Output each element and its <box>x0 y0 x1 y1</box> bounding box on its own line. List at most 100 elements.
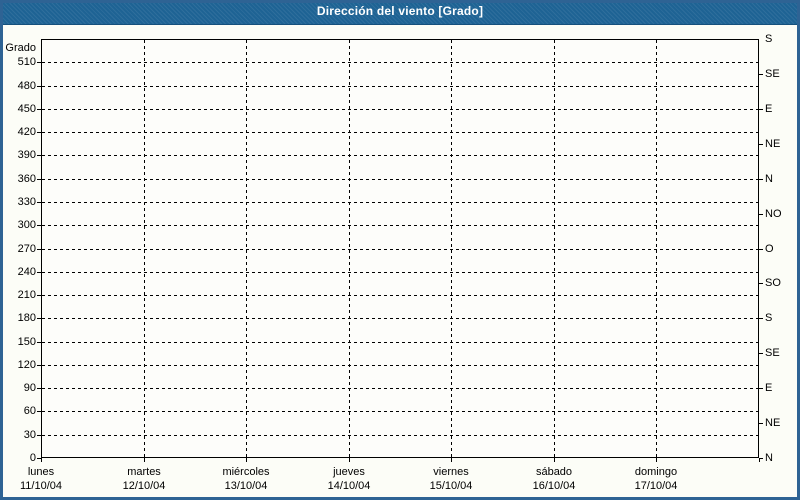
v-gridline <box>451 40 452 457</box>
h-gridline <box>42 62 758 63</box>
v-gridline <box>144 40 145 457</box>
chart-canvas: Grado 0306090120150180210240270300330360… <box>0 0 800 500</box>
x-axis-tick <box>759 458 760 462</box>
y-axis-tick <box>37 435 41 436</box>
y-axis-tick <box>37 249 41 250</box>
y-axis-tick <box>37 225 41 226</box>
compass-label: N <box>765 451 773 465</box>
v-gridline <box>349 40 350 457</box>
x-axis-tick <box>41 458 42 462</box>
compass-label: NE <box>765 416 780 430</box>
compass-label: E <box>765 381 772 395</box>
right-axis-tick <box>759 388 763 389</box>
y-axis-tick-label: 480 <box>0 79 36 93</box>
h-gridline <box>42 132 758 133</box>
h-gridline <box>42 342 758 343</box>
compass-label: E <box>765 102 772 116</box>
compass-label: S <box>765 32 772 46</box>
h-gridline <box>42 155 758 156</box>
weekday-label: viernes <box>391 465 511 479</box>
compass-label: SE <box>765 67 780 81</box>
y-axis-tick-label: 510 <box>0 55 36 69</box>
h-gridline <box>42 411 758 412</box>
y-axis-tick <box>37 318 41 319</box>
compass-label: NE <box>765 137 780 151</box>
h-gridline <box>42 365 758 366</box>
y-axis-tick-label: 210 <box>0 288 36 302</box>
compass-label: SO <box>765 276 781 290</box>
window-titlebar: Dirección del viento [Grado] <box>0 0 800 25</box>
y-axis-tick-label: 120 <box>0 358 36 372</box>
y-axis-tick <box>37 272 41 273</box>
right-axis-tick <box>759 353 763 354</box>
wind-direction-chart-window: Dirección del viento [Grado] Grado 03060… <box>0 0 800 500</box>
y-axis-tick-label: 450 <box>0 102 36 116</box>
compass-label: O <box>765 242 774 256</box>
compass-label: SE <box>765 346 780 360</box>
weekday-label: miércoles <box>186 465 306 479</box>
y-axis-tick <box>37 155 41 156</box>
y-axis-unit-label: Grado <box>0 41 36 55</box>
x-axis-tick <box>144 458 145 462</box>
y-axis-tick-label: 90 <box>0 381 36 395</box>
h-gridline <box>42 295 758 296</box>
h-gridline <box>42 249 758 250</box>
y-axis-tick-label: 0 <box>0 451 36 465</box>
y-axis-tick <box>37 365 41 366</box>
y-axis-tick-label: 240 <box>0 265 36 279</box>
x-axis-day-label: viernes15/10/04 <box>391 465 511 493</box>
h-gridline <box>42 272 758 273</box>
y-axis-tick <box>37 342 41 343</box>
right-axis-tick <box>759 144 763 145</box>
y-axis-tick <box>37 62 41 63</box>
h-gridline <box>42 179 758 180</box>
y-axis-tick <box>37 202 41 203</box>
date-label: 15/10/04 <box>391 479 511 493</box>
date-label: 17/10/04 <box>596 479 716 493</box>
compass-label: N <box>765 172 773 186</box>
x-axis-day-label: domingo17/10/04 <box>596 465 716 493</box>
h-gridline <box>42 86 758 87</box>
h-gridline <box>42 225 758 226</box>
h-gridline <box>42 388 758 389</box>
x-axis-tick <box>246 458 247 462</box>
y-axis-tick <box>37 295 41 296</box>
x-axis-day-label: miércoles13/10/04 <box>186 465 306 493</box>
y-axis-tick <box>37 86 41 87</box>
right-axis-tick <box>759 109 763 110</box>
right-axis-tick <box>759 283 763 284</box>
compass-label: S <box>765 311 772 325</box>
h-gridline <box>42 202 758 203</box>
x-axis-tick <box>349 458 350 462</box>
y-axis-tick-label: 300 <box>0 218 36 232</box>
y-axis-tick-label: 420 <box>0 125 36 139</box>
y-axis-tick <box>37 388 41 389</box>
right-axis-tick <box>759 423 763 424</box>
x-axis-tick <box>451 458 452 462</box>
y-axis-tick-label: 390 <box>0 148 36 162</box>
y-axis-tick <box>37 179 41 180</box>
y-axis-tick-label: 180 <box>0 311 36 325</box>
v-gridline <box>656 40 657 457</box>
y-axis-tick-label: 270 <box>0 242 36 256</box>
h-gridline <box>42 435 758 436</box>
chart-title: Dirección del viento [Grado] <box>317 0 483 23</box>
h-gridline <box>42 109 758 110</box>
x-axis-tick <box>554 458 555 462</box>
y-axis-tick <box>37 109 41 110</box>
y-axis-tick-label: 150 <box>0 335 36 349</box>
weekday-label: domingo <box>596 465 716 479</box>
v-gridline <box>246 40 247 457</box>
right-axis-tick <box>759 318 763 319</box>
right-axis-tick <box>759 249 763 250</box>
right-axis-tick <box>759 74 763 75</box>
y-axis-tick-label: 360 <box>0 172 36 186</box>
compass-label: NO <box>765 207 782 221</box>
v-gridline <box>554 40 555 457</box>
right-axis-tick <box>759 179 763 180</box>
x-axis-tick <box>656 458 657 462</box>
right-axis-tick <box>759 214 763 215</box>
y-axis-tick-label: 330 <box>0 195 36 209</box>
h-gridline <box>42 318 758 319</box>
y-axis-tick <box>37 411 41 412</box>
